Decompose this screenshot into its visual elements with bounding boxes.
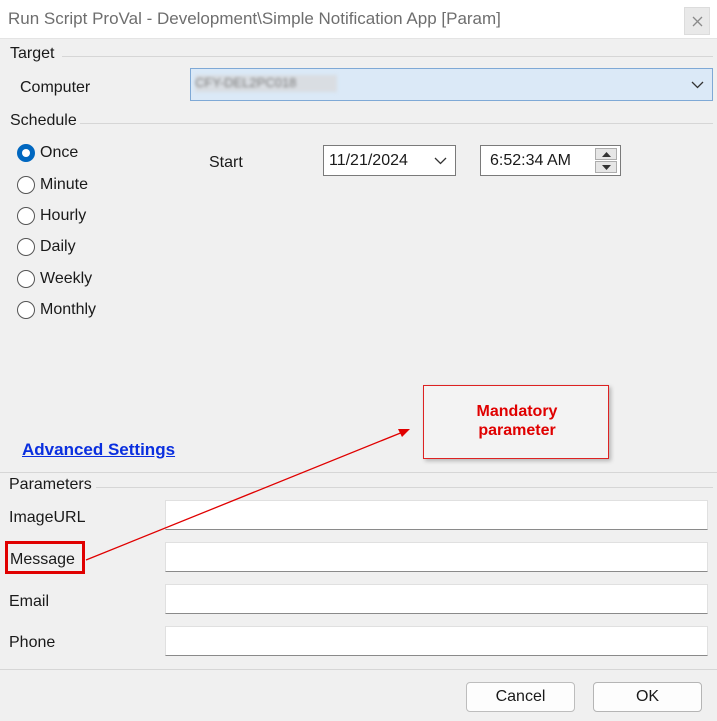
close-icon — [692, 16, 703, 27]
advanced-divider — [0, 472, 717, 473]
advanced-settings-link[interactable]: Advanced Settings — [22, 440, 175, 460]
target-section-label: Target — [10, 45, 55, 62]
radio-circle — [17, 270, 35, 288]
caret-down-icon — [602, 165, 611, 170]
radio-hourly[interactable] — [17, 207, 37, 227]
schedule-divider — [80, 123, 713, 124]
caret-up-icon — [602, 152, 611, 157]
computer-value: CFY-DEL2PC018 — [195, 75, 337, 92]
radio-label-minute[interactable]: Minute — [40, 176, 88, 194]
mandatory-parameter-callout: Mandatory parameter — [423, 385, 609, 459]
spin-up-button[interactable] — [595, 148, 617, 160]
radio-label-once[interactable]: Once — [40, 144, 78, 162]
radio-label-daily[interactable]: Daily — [40, 238, 76, 256]
radio-monthly[interactable] — [17, 301, 37, 321]
parameters-section-label: Parameters — [9, 476, 92, 493]
footer-divider — [0, 669, 717, 670]
schedule-section-label: Schedule — [10, 112, 77, 129]
start-label: Start — [209, 154, 243, 171]
param-label-imageurl: ImageURL — [9, 509, 86, 526]
radio-label-weekly[interactable]: Weekly — [40, 270, 92, 288]
message-highlight-box — [5, 541, 85, 574]
radio-daily[interactable] — [17, 238, 37, 258]
computer-select[interactable]: CFY-DEL2PC018 — [190, 68, 713, 101]
callout-text: Mandatory parameter — [424, 402, 610, 440]
radio-weekly[interactable] — [17, 270, 37, 290]
radio-circle — [17, 207, 35, 225]
time-spinner[interactable] — [595, 148, 617, 173]
parameters-divider — [96, 487, 713, 488]
chevron-down-icon — [691, 81, 704, 89]
param-label-phone: Phone — [9, 634, 56, 651]
param-label-email: Email — [9, 593, 50, 610]
radio-circle — [17, 301, 35, 319]
phone-field[interactable] — [165, 626, 708, 656]
radio-label-monthly[interactable]: Monthly — [40, 301, 96, 319]
cancel-button[interactable]: Cancel — [466, 682, 575, 712]
close-button[interactable] — [684, 7, 710, 35]
email-field[interactable] — [165, 584, 708, 614]
radio-label-hourly[interactable]: Hourly — [40, 207, 86, 225]
imageurl-field[interactable] — [165, 500, 708, 530]
computer-label: Computer — [20, 79, 91, 96]
radio-circle — [17, 144, 35, 162]
start-date-picker[interactable]: 11/21/2024 — [323, 145, 456, 176]
radio-circle — [17, 238, 35, 256]
chevron-down-icon[interactable] — [434, 157, 447, 165]
radio-once[interactable] — [17, 144, 37, 164]
start-time-picker[interactable]: 6:52:34 AM — [480, 145, 621, 176]
radio-circle — [17, 176, 35, 194]
message-field[interactable] — [165, 542, 708, 572]
start-date-value: 11/21/2024 — [329, 152, 408, 169]
ok-button[interactable]: OK — [593, 682, 702, 712]
start-time-value: 6:52:34 AM — [490, 152, 571, 169]
spin-down-button[interactable] — [595, 161, 617, 173]
title-bar: Run Script ProVal - Development\Simple N… — [0, 0, 717, 39]
callout-line-1: Mandatory — [476, 403, 558, 420]
target-divider — [62, 56, 713, 57]
callout-line-2: parameter — [478, 422, 556, 439]
window-title: Run Script ProVal - Development\Simple N… — [8, 9, 501, 28]
radio-minute[interactable] — [17, 176, 37, 196]
